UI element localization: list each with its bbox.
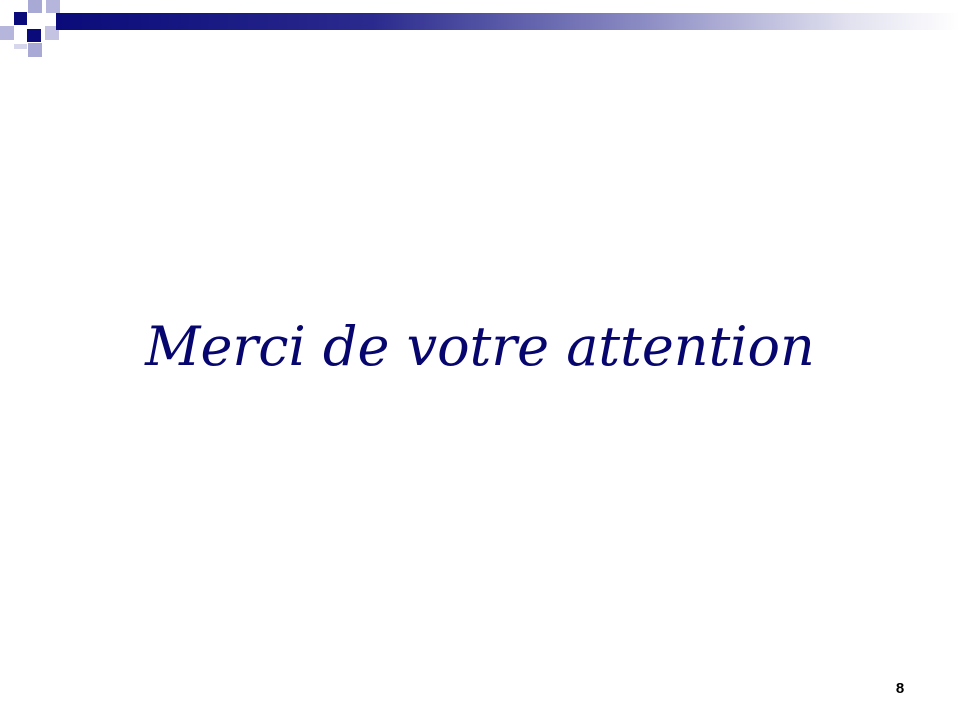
decor-square xyxy=(28,43,42,57)
decor-square xyxy=(46,0,60,13)
decor-square xyxy=(14,44,27,49)
decor-square xyxy=(27,29,41,42)
page-number: 8 xyxy=(895,680,905,697)
slide-title: Merci de votre attention xyxy=(145,315,815,378)
decor-square xyxy=(14,12,27,25)
decor-square xyxy=(28,0,42,13)
slide: Merci de votre attention 8 xyxy=(0,0,960,720)
decor-square xyxy=(0,26,14,40)
header-gradient-bar xyxy=(56,13,960,30)
corner-squares-decoration xyxy=(0,0,80,60)
